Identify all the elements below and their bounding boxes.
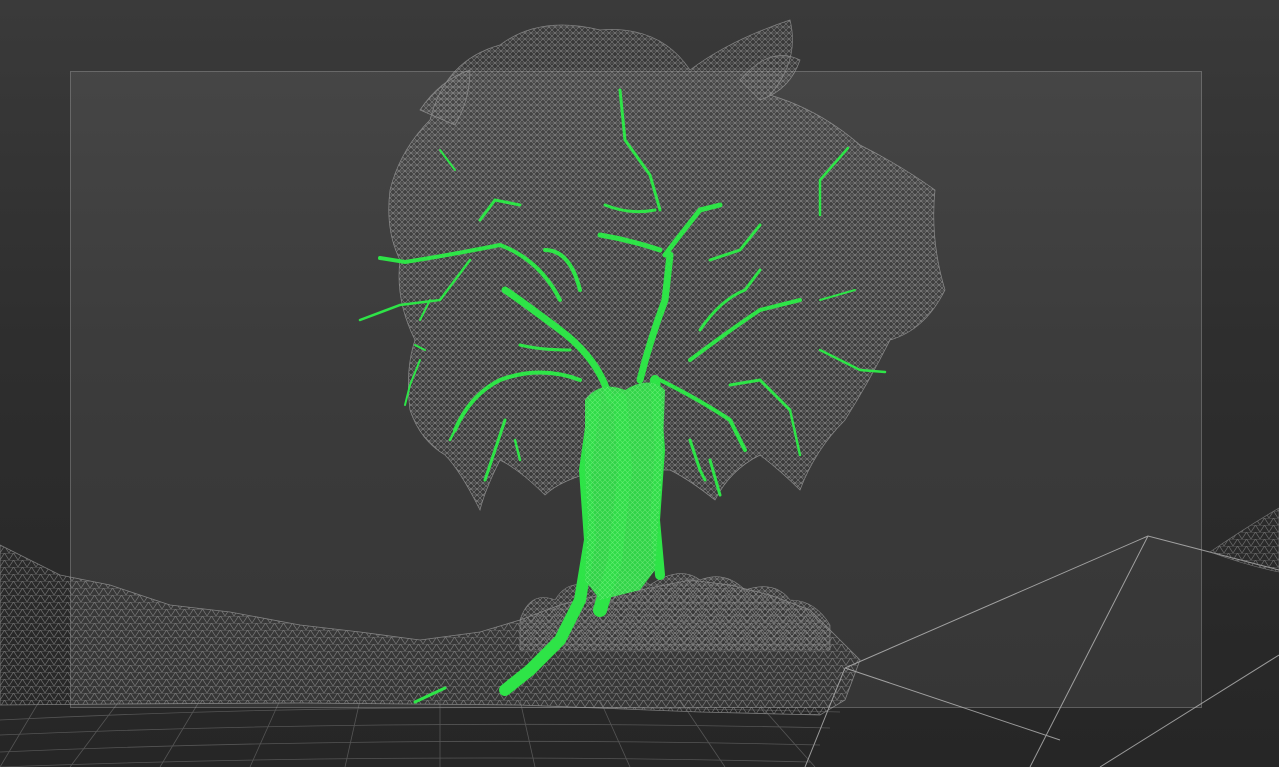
tree-trunk-mesh <box>585 382 665 600</box>
viewport-canvas[interactable] <box>0 0 1279 767</box>
large-plane[interactable] <box>804 535 1279 767</box>
3d-viewport[interactable] <box>0 0 1279 767</box>
distant-hill-mesh <box>1209 507 1279 573</box>
